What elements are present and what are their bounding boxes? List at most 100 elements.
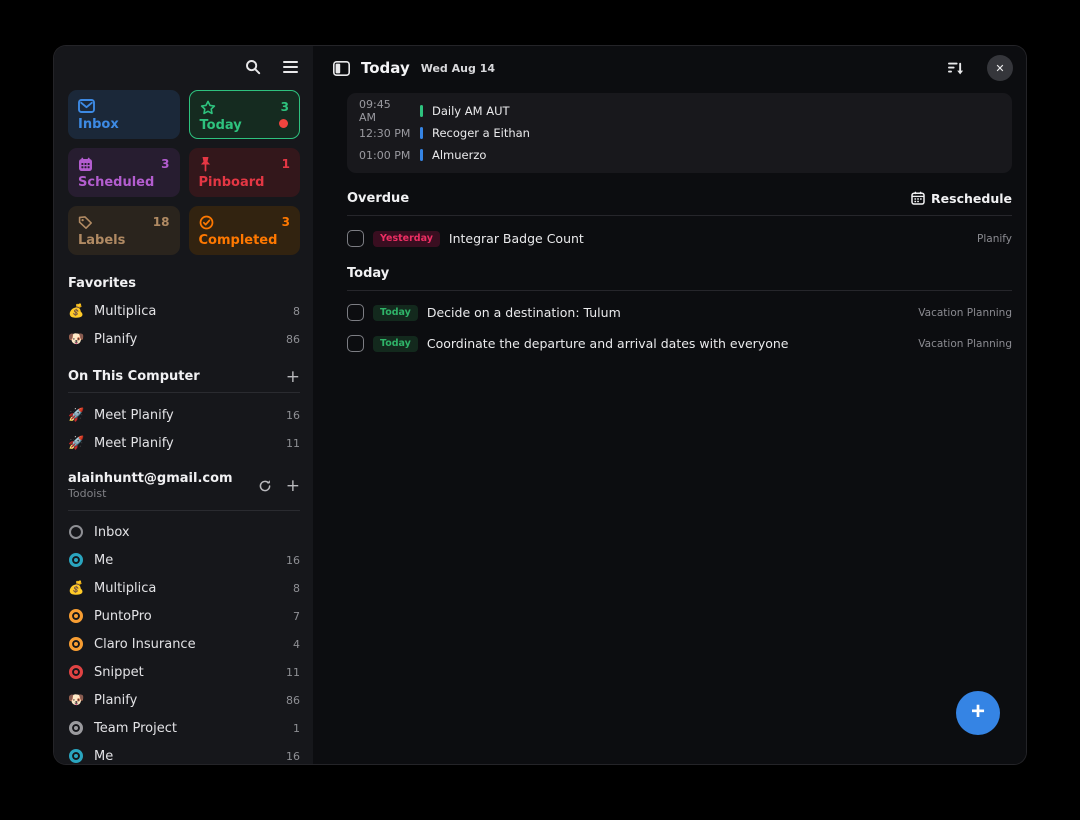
item-label: Meet Planify [94,408,276,423]
task-project-label: Planify [977,233,1012,245]
item-label: Planify [94,693,276,708]
sort-icon[interactable] [947,61,964,76]
project-item-claro-insurance[interactable]: Claro Insurance 4 [68,630,300,658]
item-label: Me [94,553,276,568]
menu-icon[interactable] [283,61,298,73]
item-label: Snippet [94,665,276,680]
item-label: Team Project [94,721,283,736]
calendar-icon [911,191,925,205]
local-project-meet-planify-2[interactable]: 🚀 Meet Planify 11 [68,429,300,457]
divider [347,215,1012,216]
item-count: 4 [293,638,300,651]
item-count: 7 [293,610,300,623]
account-service: Todoist [68,487,258,500]
task-checkbox[interactable] [347,335,364,352]
task-row-integrar-badge-count[interactable]: Yesterday Integrar Badge Count Planify [347,223,1012,254]
item-label: Claro Insurance [94,637,283,652]
task-checkbox[interactable] [347,230,364,247]
project-item-team-project[interactable]: Team Project 1 [68,714,300,742]
project-item-me[interactable]: Me 16 [68,546,300,574]
reschedule-button[interactable]: Reschedule [911,191,1012,206]
rocket-icon: 🚀 [68,436,84,451]
tile-pinboard[interactable]: 1 Pinboard [189,148,301,197]
main-panel: Today Wed Aug 14 ✕ 09:45 AM Daily AM AUT [313,46,1026,764]
section-title: Today [347,266,389,281]
task-checkbox[interactable] [347,304,364,321]
item-count: 11 [286,666,300,679]
due-badge: Yesterday [373,231,440,247]
due-badge: Today [373,305,418,321]
tile-today[interactable]: 3 Today [189,90,301,139]
divider [68,510,300,511]
tile-label: Inbox [78,117,170,132]
favorite-item-planify[interactable]: 🐶 Planify 86 [68,325,300,353]
event-row: 09:45 AM Daily AM AUT [359,100,1000,122]
add-project-icon[interactable]: + [286,370,300,384]
sidebar-header [68,46,300,88]
project-item-multiplica[interactable]: 💰 Multiplica 8 [68,574,300,602]
tile-label: Today [200,118,290,133]
project-item-planify[interactable]: 🐶 Planify 86 [68,686,300,714]
search-icon[interactable] [245,59,261,75]
item-label: Inbox [94,525,290,540]
close-icon[interactable]: ✕ [987,55,1013,81]
task-row-decide-destination[interactable]: Today Decide on a destination: Tulum Vac… [347,297,1012,328]
rocket-icon: 🚀 [68,408,84,423]
sidebar: Inbox 3 Today [54,46,313,764]
tile-scheduled[interactable]: 3 Scheduled [68,148,180,197]
item-count: 86 [286,333,300,346]
page-date: Wed Aug 14 [421,62,495,75]
event-title: Almuerzo [432,148,486,162]
tile-inbox[interactable]: Inbox [68,90,180,139]
desktop-background: Inbox 3 Today [0,0,1080,820]
add-account-project-icon[interactable]: + [286,479,300,493]
item-label: Meet Planify [94,436,276,451]
tag-icon [78,215,93,230]
mail-icon [78,99,95,113]
local-project-meet-planify-1[interactable]: 🚀 Meet Planify 16 [68,401,300,429]
event-color-bar [420,105,423,117]
item-count: 16 [286,554,300,567]
add-task-button[interactable]: + [956,691,1000,735]
event-title: Daily AM AUT [432,104,510,118]
item-label: PuntoPro [94,609,283,624]
tile-count: 3 [282,215,290,229]
sync-icon[interactable] [258,479,272,493]
event-color-bar [420,127,423,139]
favorite-item-multiplica[interactable]: 💰 Multiplica 8 [68,297,300,325]
project-item-snippet[interactable]: Snippet 11 [68,658,300,686]
project-circle-icon [69,525,83,539]
favorites-title: Favorites [68,276,136,291]
item-count: 8 [293,305,300,318]
sidebar-toggle-icon[interactable] [333,61,350,76]
tile-count: 3 [161,157,169,171]
event-row: 12:30 PM Recoger a Eithan [359,122,1000,144]
project-item-me-2[interactable]: Me 16 [68,742,300,764]
task-project-label: Vacation Planning [918,307,1012,319]
item-label: Multiplica [94,581,283,596]
tile-completed[interactable]: 3 Completed [189,206,301,255]
star-icon [200,100,216,115]
divider [347,290,1012,291]
tile-labels[interactable]: 18 Labels [68,206,180,255]
moneybag-icon: 💰 [68,304,84,319]
task-row-coordinate-dates[interactable]: Today Coordinate the departure and arriv… [347,328,1012,359]
on-this-computer-title: On This Computer [68,369,200,384]
main-header: Today Wed Aug 14 ✕ [313,46,1026,90]
event-time: 09:45 AM [359,98,411,124]
account-row[interactable]: alainhuntt@gmail.com Todoist + [68,471,300,500]
item-count: 8 [293,582,300,595]
item-label: Planify [94,332,276,347]
tile-label: Completed [199,233,291,248]
task-title: Decide on a destination: Tulum [427,305,909,320]
project-item-inbox[interactable]: Inbox [68,518,300,546]
dog-icon: 🐶 [68,693,84,708]
event-row: 01:00 PM Almuerzo [359,144,1000,166]
calendar-events-card: 09:45 AM Daily AM AUT 12:30 PM Recoger a… [347,93,1012,173]
notification-dot [279,119,288,128]
project-circle-icon [69,749,83,763]
project-item-puntopro[interactable]: PuntoPro 7 [68,602,300,630]
item-count: 16 [286,409,300,422]
dog-icon: 🐶 [68,332,84,347]
item-count: 86 [286,694,300,707]
